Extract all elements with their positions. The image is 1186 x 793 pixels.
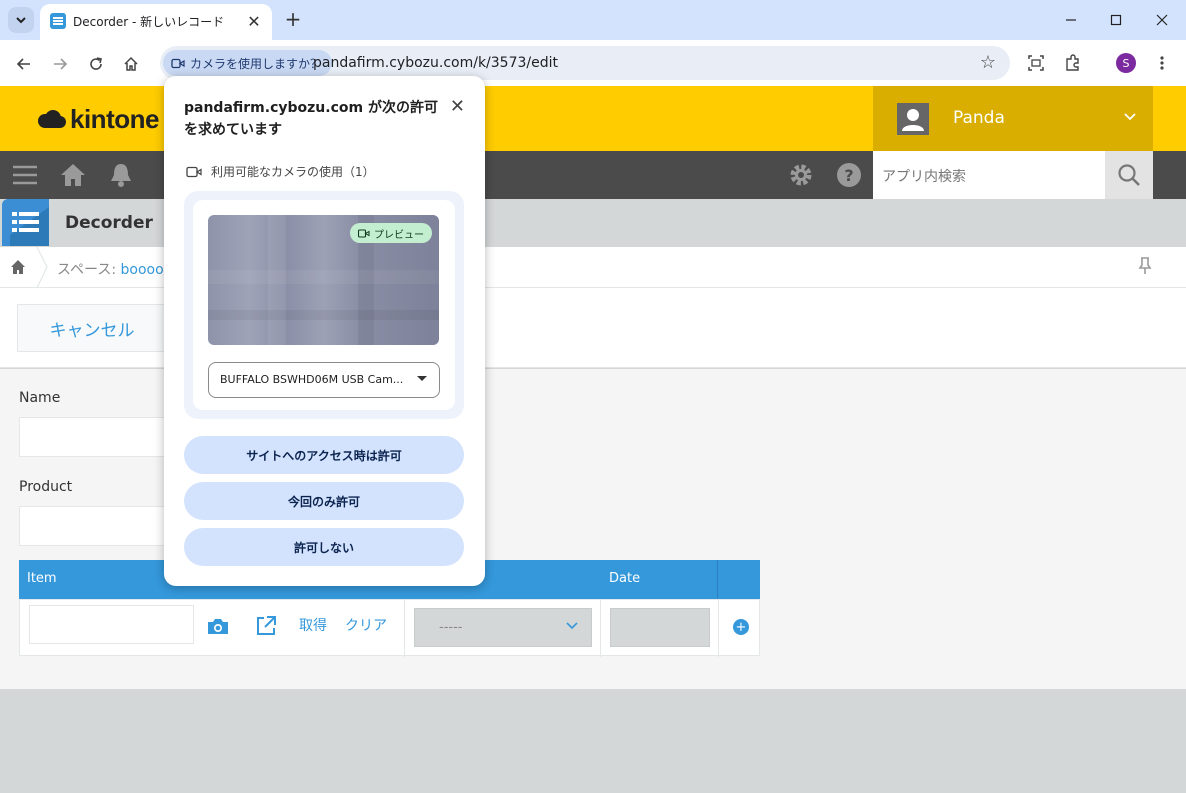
home-icon[interactable]	[59, 161, 87, 189]
permission-text: 利用可能なカメラの使用（1）	[211, 165, 375, 179]
browser-tab[interactable]: Decorder - 新しいレコード ✕	[40, 4, 272, 40]
chrome-menu-button[interactable]	[1151, 52, 1173, 74]
minimize-window-button[interactable]	[1059, 8, 1083, 32]
kintone-logo-text: kintone	[70, 104, 159, 134]
home-button[interactable]	[118, 51, 144, 77]
maximize-icon	[1110, 14, 1122, 26]
tab-title: Decorder - 新しいレコード	[73, 15, 225, 29]
camera-chip-label: カメラを使用しますか？	[190, 56, 323, 71]
user-avatar	[897, 103, 929, 135]
home-icon[interactable]	[10, 259, 26, 275]
maximize-window-button[interactable]	[1104, 8, 1128, 32]
close-icon[interactable]: ✕	[450, 96, 465, 117]
video-camera-icon	[186, 166, 202, 177]
add-row-button[interactable]: +	[733, 619, 749, 635]
camera-device-name: BUFFALO BSWHD06M USB Cam...	[220, 373, 404, 386]
gear-icon[interactable]	[787, 161, 815, 189]
product-label: Product	[19, 479, 73, 495]
home-icon	[124, 56, 138, 71]
table-row: 取得 クリア ----- +	[19, 599, 760, 657]
screen-capture-button[interactable]	[1025, 52, 1047, 74]
profile-avatar[interactable]: S	[1116, 53, 1136, 73]
item-input[interactable]	[29, 605, 194, 644]
kintone-app-icon	[50, 13, 66, 29]
search-icon	[1118, 164, 1140, 186]
bookmark-star-icon[interactable]: ☆	[980, 52, 996, 73]
person-icon	[902, 109, 924, 131]
close-window-button[interactable]	[1150, 8, 1174, 32]
preview-badge-label: プレビュー	[374, 229, 424, 241]
video-camera-icon	[171, 58, 185, 68]
back-button[interactable]	[11, 51, 37, 77]
tab-search-button[interactable]	[8, 7, 34, 33]
dropdown-value: -----	[439, 620, 463, 635]
search-button[interactable]	[1105, 151, 1153, 199]
breadcrumb-prefix: スペース:	[57, 262, 121, 278]
close-icon	[1156, 14, 1168, 26]
date-column-header: Date	[609, 571, 641, 586]
arrow-left-icon	[16, 58, 30, 70]
product-input[interactable]	[19, 506, 169, 546]
close-tab-icon[interactable]: ✕	[244, 11, 264, 31]
popup-title: pandafirm.cybozu.com が次の許可を求めています	[184, 100, 438, 139]
name-label: Name	[19, 390, 61, 406]
header-divider	[717, 560, 718, 599]
clear-link[interactable]: クリア	[345, 615, 387, 635]
svg-text:?: ?	[844, 166, 853, 185]
breadcrumb-separator	[36, 247, 48, 288]
allow-this-time-button[interactable]: 今回のみ許可	[184, 482, 464, 520]
forward-button[interactable]	[47, 51, 73, 77]
cancel-button[interactable]: キャンセル	[17, 304, 167, 352]
kintone-cloud-icon	[38, 109, 66, 128]
more-vert-icon	[1160, 56, 1164, 70]
chevron-down-icon	[565, 618, 579, 636]
name-input[interactable]	[19, 417, 169, 457]
column-divider	[600, 600, 601, 657]
kintone-logo[interactable]: kintone	[36, 104, 159, 135]
camera-permission-popup: pandafirm.cybozu.com が次の許可を求めています ✕ 利用可能…	[164, 76, 485, 586]
chevron-down-icon	[16, 17, 26, 24]
column-divider	[404, 600, 405, 657]
puzzle-icon	[1066, 54, 1079, 71]
pin-icon[interactable]	[1138, 257, 1152, 279]
camera-permission-chip[interactable]: カメラを使用しますか？	[163, 50, 333, 76]
permission-description: 利用可能なカメラの使用（1）	[186, 163, 375, 180]
item-column-header: Item	[27, 571, 57, 586]
bell-icon[interactable]	[107, 161, 135, 189]
screen-capture-icon	[1028, 55, 1044, 71]
video-camera-icon	[358, 228, 370, 238]
new-tab-button[interactable]: +	[282, 7, 304, 31]
allow-on-every-visit-button[interactable]: サイトへのアクセス時は許可	[184, 436, 464, 474]
column-divider	[718, 600, 719, 657]
extensions-button[interactable]	[1062, 52, 1084, 74]
date-input[interactable]	[610, 608, 710, 647]
app-title: Decorder	[65, 213, 153, 233]
external-link-icon[interactable]	[254, 614, 278, 638]
menu-icon[interactable]	[11, 161, 39, 189]
user-name: Panda	[953, 108, 1005, 128]
app-list-icon[interactable]	[2, 199, 49, 246]
reload-button[interactable]	[83, 51, 109, 77]
preview-badge: プレビュー	[350, 223, 432, 243]
address-bar[interactable]: カメラを使用しますか？ pandafirm.cybozu.com/k/3573/…	[160, 46, 1010, 80]
dropdown-select[interactable]: -----	[414, 608, 592, 647]
dropdown-caret-icon	[417, 376, 427, 381]
user-menu[interactable]: Panda	[873, 86, 1153, 151]
camera-preview-image: プレビュー	[208, 215, 439, 345]
get-link[interactable]: 取得	[299, 615, 327, 635]
url-text: pandafirm.cybozu.com/k/3573/edit	[313, 55, 558, 71]
page-footer-area	[0, 689, 1186, 793]
app-search-input[interactable]: アプリ内検索	[873, 151, 1105, 199]
camera-icon[interactable]	[206, 614, 230, 638]
arrow-right-icon	[54, 58, 68, 70]
camera-device-select[interactable]: BUFFALO BSWHD06M USB Cam...	[208, 362, 440, 398]
browser-tab-bar: Decorder - 新しいレコード ✕ +	[0, 0, 1186, 40]
camera-preview-panel: プレビュー BUFFALO BSWHD06M USB Cam...	[184, 191, 464, 419]
deny-button[interactable]: 許可しない	[184, 528, 464, 566]
help-icon[interactable]: ?	[835, 161, 863, 189]
minimize-icon	[1066, 19, 1076, 21]
chevron-down-icon	[1123, 108, 1137, 127]
app-search-placeholder: アプリ内検索	[882, 169, 966, 185]
reload-icon	[90, 57, 102, 70]
